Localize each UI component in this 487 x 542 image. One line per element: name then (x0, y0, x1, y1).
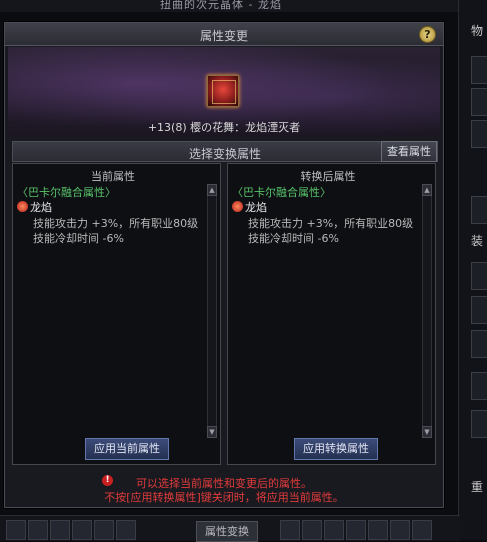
attribute-name-text: 龙焰 (245, 201, 267, 214)
view-attributes-button[interactable]: 查看属性 (381, 141, 437, 162)
section-header: 选择变换属性 (12, 141, 438, 162)
fire-icon (232, 201, 243, 212)
attribute-name: 龙焰 (17, 199, 52, 215)
equip-slot[interactable] (471, 296, 487, 324)
notice-line: 不按[应用转换属性]键关闭时，将应用当前属性。 (104, 491, 344, 504)
item-icon-frame (212, 80, 236, 104)
window-title-bar: 扭曲的次元晶体 - 龙焰 (0, 0, 460, 12)
attribute-name-text: 龙焰 (30, 201, 52, 214)
attribute-change-tab[interactable]: 属性变换 (196, 521, 258, 542)
equip-slot[interactable] (471, 372, 487, 400)
item-name: +13(8) 樱の花舞：龙焰湮灭者 (147, 121, 301, 134)
scroll-down-icon[interactable]: ▼ (207, 426, 217, 438)
current-attributes-panel: 当前属性 〈巴卡尔融合属性〉 龙焰 技能攻击力 +3%，所有职业80级 技能冷却… (12, 163, 221, 465)
side-tab-weight: 重 (471, 480, 484, 494)
dialog-header: 属性变更 ? (5, 23, 443, 46)
attribute-line: 技能冷却时间 -6% (248, 232, 339, 245)
quickbar-slot[interactable] (280, 520, 300, 540)
fire-icon (17, 201, 28, 212)
attribute-line: 技能攻击力 +3%，所有职业80级 (248, 217, 414, 230)
quickbar-slot[interactable] (6, 520, 26, 540)
quickbar-slot[interactable] (368, 520, 388, 540)
converted-attributes-title: 转换后属性 (300, 170, 356, 183)
attribute-line: 技能攻击力 +3%，所有职业80级 (33, 217, 199, 230)
attribute-name: 龙焰 (232, 199, 267, 215)
section-title: 选择变换属性 (188, 147, 261, 161)
inventory-slot[interactable] (471, 120, 487, 148)
side-inventory-panel: 物 装 重 (458, 0, 487, 540)
current-attributes-title: 当前属性 (91, 170, 135, 183)
fusion-attribute-label: 〈巴卡尔融合属性〉 (17, 186, 116, 199)
equip-slot[interactable] (471, 330, 487, 358)
item-icon[interactable] (207, 75, 239, 107)
scrollbar[interactable]: ▲ ▼ (207, 184, 217, 438)
apply-converted-button[interactable]: 应用转换属性 (294, 438, 378, 460)
scrollbar[interactable]: ▲ ▼ (422, 184, 432, 438)
dialog-title: 属性变更 (199, 29, 248, 43)
attribute-line: 技能冷却时间 -6% (33, 232, 124, 245)
inventory-slot[interactable] (471, 196, 487, 224)
quickbar-slot[interactable] (94, 520, 114, 540)
quickbar-slot[interactable] (72, 520, 92, 540)
fusion-attribute-label: 〈巴卡尔融合属性〉 (232, 186, 331, 199)
side-tab-equip[interactable]: 装 (471, 232, 483, 249)
quickbar-slot[interactable] (302, 520, 322, 540)
quickbar-slot[interactable] (50, 520, 70, 540)
equip-slot[interactable] (471, 262, 487, 290)
attribute-change-dialog: 属性变更 ? +13(8) 樱の花舞：龙焰湮灭者 选择变换属性 查看属性 当前属… (4, 22, 444, 508)
quickbar-slot[interactable] (116, 520, 136, 540)
scroll-up-icon[interactable]: ▲ (422, 184, 432, 196)
apply-current-button[interactable]: 应用当前属性 (85, 438, 169, 460)
window-title: 扭曲的次元晶体 - 龙焰 (160, 0, 282, 11)
quickbar-slot[interactable] (412, 520, 432, 540)
side-tab-items[interactable]: 物 (471, 22, 483, 39)
equip-slot[interactable] (471, 410, 487, 438)
quickbar-slot[interactable] (324, 520, 344, 540)
scroll-up-icon[interactable]: ▲ (207, 184, 217, 196)
help-icon[interactable]: ? (419, 26, 436, 43)
scroll-down-icon[interactable]: ▼ (422, 426, 432, 438)
quickbar-slot[interactable] (390, 520, 410, 540)
inventory-slot[interactable] (471, 88, 487, 116)
inventory-slot[interactable] (471, 56, 487, 84)
quickbar-slot[interactable] (28, 520, 48, 540)
converted-attributes-panel: 转换后属性 〈巴卡尔融合属性〉 龙焰 技能攻击力 +3%，所有职业80级 技能冷… (227, 163, 436, 465)
quickbar-slot[interactable] (346, 520, 366, 540)
